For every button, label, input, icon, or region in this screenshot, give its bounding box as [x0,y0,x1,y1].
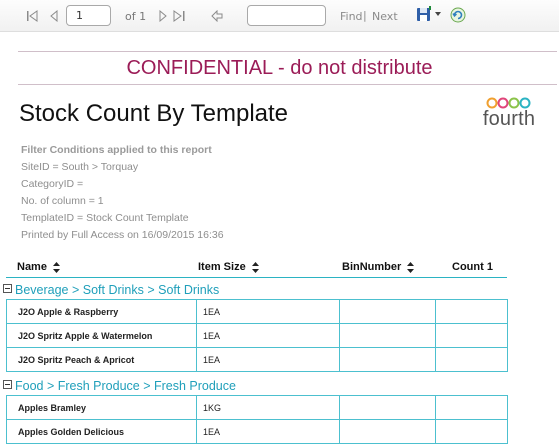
group-label: Beverage > Soft Drinks > Soft Drinks [15,283,220,297]
column-header-item-size-label: Item Size [198,261,246,273]
last-page-icon[interactable] [173,10,186,22]
find-separator: | [363,9,367,22]
page-number-input[interactable] [66,5,111,26]
find-text-input[interactable] [247,5,326,26]
item-name-cell: J2O Spritz Peach & Apricot [6,347,197,372]
item-name-cell: Apples Golden Delicious [6,419,197,444]
banner-bottom-rule [18,84,557,85]
item-size-cell: 1EA [196,419,340,444]
previous-page-icon[interactable] [49,10,59,22]
report-toolbar: of 1 Find | Next [0,0,559,32]
group-header-beverage[interactable]: Beverage > Soft Drinks > Soft Drinks [3,282,219,298]
item-size-cell: 1EA [196,299,340,324]
item-size-cell: 1EA [196,323,340,348]
count-cell [435,323,508,348]
filter-line: No. of column = 1 [21,195,104,207]
bin-number-cell [339,347,436,372]
count-cell [435,347,508,372]
filter-line: Printed by Full Access on 16/09/2015 16:… [21,229,224,241]
refresh-icon[interactable] [450,7,466,23]
filter-line: SiteID = South > Torquay [21,161,139,173]
column-header-item-size[interactable]: Item Size [198,261,259,273]
column-header-name-label: Name [17,261,47,273]
bin-number-cell [339,395,436,420]
back-to-parent-icon[interactable] [211,10,224,22]
bin-number-cell [339,299,436,324]
column-header-bin-number[interactable]: BinNumber [342,261,415,273]
bin-number-cell [339,323,436,348]
filter-heading: Filter Conditions applied to this report [21,144,212,156]
group-label: Food > Fresh Produce > Fresh Produce [15,379,236,393]
find-link[interactable]: Find [340,11,363,22]
find-next-link[interactable]: Next [372,11,398,22]
fourth-logo: fourth [478,97,540,131]
table-row: J2O Spritz Apple & Watermelon 1EA [6,323,508,348]
filter-line: CategoryID = [21,178,84,190]
group-header-food[interactable]: Food > Fresh Produce > Fresh Produce [3,378,236,394]
sort-icon[interactable] [53,261,61,273]
column-header-bin-number-label: BinNumber [342,261,402,273]
report-title: Stock Count By Template [19,100,289,127]
export-save-icon[interactable] [416,6,432,22]
table-row: J2O Spritz Peach & Apricot 1EA [6,347,508,372]
banner-top-rule [18,51,557,52]
confidential-banner: CONFIDENTIAL - do not distribute [126,57,433,79]
collapse-toggle-icon[interactable] [3,284,12,293]
sort-icon[interactable] [407,261,415,273]
count-cell [435,395,508,420]
page-count-label: of 1 [125,10,147,23]
header-rule [6,277,507,278]
count-cell [435,299,508,324]
group-table-beverage: J2O Apple & Raspberry 1EA J2O Spritz App… [6,299,508,372]
item-size-cell: 1EA [196,347,340,372]
bin-number-cell [339,419,436,444]
item-name-cell: J2O Apple & Raspberry [6,299,197,324]
first-page-icon[interactable] [26,10,38,22]
table-row: Apples Bramley 1KG [6,395,508,420]
table-row: J2O Apple & Raspberry 1EA [6,299,508,324]
group-table-food: Apples Bramley 1KG Apples Golden Delicio… [6,395,508,444]
logo-wordmark: fourth [482,108,536,130]
collapse-toggle-icon[interactable] [3,380,12,389]
table-row: Apples Golden Delicious 1EA [6,419,508,444]
sort-icon[interactable] [251,261,259,273]
filter-line: TemplateID = Stock Count Template [21,212,189,224]
next-page-icon[interactable] [158,10,168,22]
column-header-name[interactable]: Name [17,261,61,273]
filter-conditions: Filter Conditions applied to this report… [21,142,224,244]
count-cell [435,419,508,444]
item-size-cell: 1KG [196,395,340,420]
column-header-count-1: Count 1 [452,261,493,273]
item-name-cell: J2O Spritz Apple & Watermelon [6,323,197,348]
item-name-cell: Apples Bramley [6,395,197,420]
export-dropdown-icon[interactable] [435,12,442,17]
